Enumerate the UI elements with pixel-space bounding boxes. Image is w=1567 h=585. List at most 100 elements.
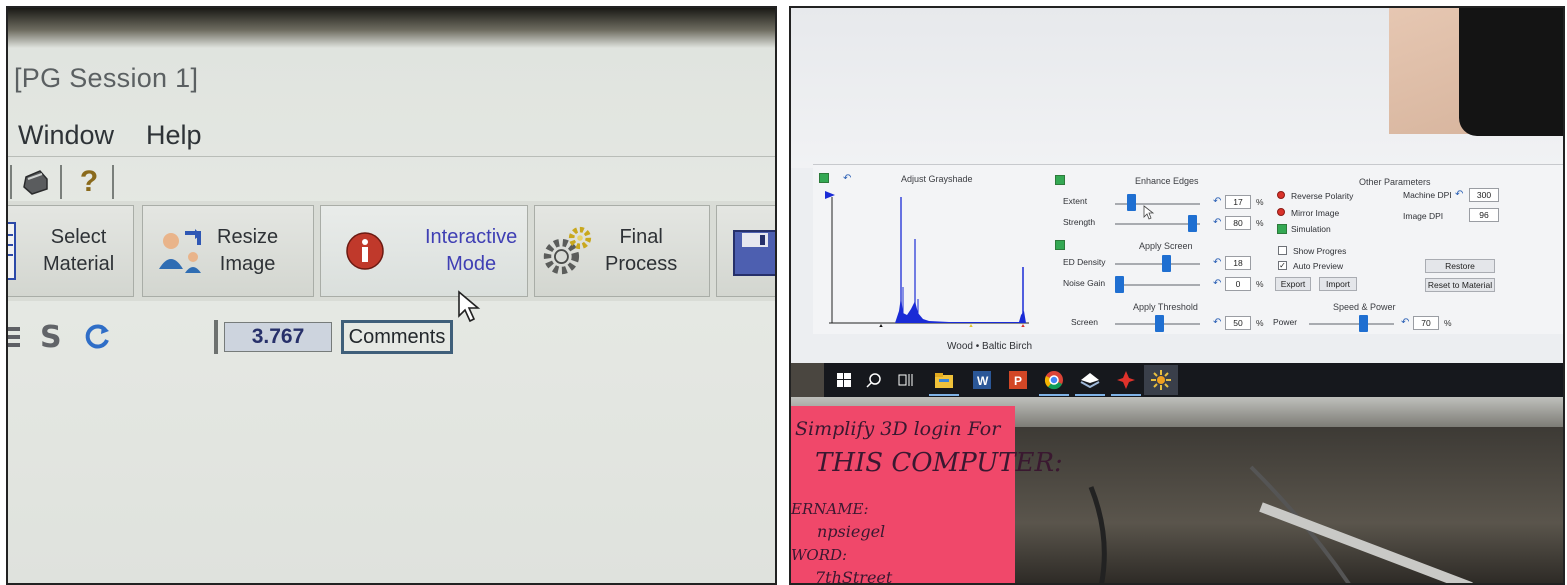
- select-material-label-2: Material: [43, 253, 115, 275]
- strength-value[interactable]: 80: [1225, 216, 1251, 230]
- svg-text:W: W: [977, 374, 989, 388]
- auto-preview-checkbox[interactable]: ✓: [1278, 261, 1287, 270]
- app-icon-2[interactable]: [1116, 370, 1136, 390]
- comments-button[interactable]: Comments: [341, 320, 453, 354]
- floppy-save-icon: [729, 225, 775, 277]
- export-button[interactable]: Export: [1275, 277, 1311, 291]
- pointer-cursor-icon: [1143, 205, 1155, 226]
- note-line-2: THIS COMPUTER:: [815, 448, 1063, 478]
- task-view-icon[interactable]: [896, 370, 916, 390]
- grayshade-control-panel: ↶ Adjust Grayshade Wood • Baltic Birch E…: [813, 164, 1563, 352]
- ed-density-label: ED Density: [1063, 257, 1106, 267]
- windows-start-icon[interactable]: [834, 370, 854, 390]
- ed-density-value[interactable]: 18: [1225, 256, 1251, 270]
- resize-image-button[interactable]: Resize Image: [142, 205, 314, 297]
- noise-gain-value[interactable]: 0: [1225, 277, 1251, 291]
- simulation-checkbox[interactable]: [1277, 224, 1287, 234]
- powerpoint-icon[interactable]: P: [1008, 370, 1028, 390]
- ed-density-slider-knob[interactable]: [1162, 255, 1171, 272]
- final-process-button[interactable]: Final Process: [534, 205, 710, 297]
- power-value[interactable]: 70: [1413, 316, 1439, 330]
- strip-s-icon[interactable]: S: [40, 320, 62, 355]
- enhance-edges-toggle[interactable]: [1055, 175, 1065, 185]
- simulation-label: Simulation: [1291, 224, 1331, 234]
- windows-taskbar: W P: [824, 363, 1563, 397]
- interactive-mode-label-1: Interactive: [425, 226, 518, 248]
- menu-window[interactable]: Window: [18, 120, 114, 151]
- power-undo-icon[interactable]: ↶: [1401, 318, 1411, 328]
- speed-power-title: Speed & Power: [1333, 302, 1396, 312]
- ed-density-undo-icon[interactable]: ↶: [1213, 258, 1223, 268]
- status-value: 3.767: [224, 322, 332, 352]
- extent-value[interactable]: 17: [1225, 195, 1251, 209]
- noise-gain-slider-knob[interactable]: [1115, 276, 1124, 293]
- material-separator: •: [975, 341, 980, 352]
- apply-screen-title: Apply Screen: [1139, 241, 1193, 251]
- noise-gain-slider-track[interactable]: [1115, 284, 1200, 286]
- material-type: Baltic Birch: [982, 341, 1033, 352]
- printer-icon[interactable]: [18, 165, 52, 199]
- interactive-mode-button[interactable]: Interactive Mode: [320, 205, 528, 297]
- image-dpi-value[interactable]: 96: [1469, 208, 1499, 222]
- machine-dpi-label: Machine DPI: [1403, 190, 1452, 200]
- help-question-icon[interactable]: ?: [72, 165, 106, 199]
- enhance-edges-title: Enhance Edges: [1135, 176, 1199, 186]
- grayshade-enable-toggle[interactable]: [819, 173, 829, 183]
- final-process-label-1: Final: [619, 226, 663, 248]
- menu-help[interactable]: Help: [146, 120, 202, 151]
- ed-density-slider-track[interactable]: [1115, 263, 1200, 265]
- resize-image-label-2: Image: [219, 253, 276, 275]
- machine-dpi-undo-icon[interactable]: ↶: [1455, 190, 1465, 200]
- word-icon[interactable]: W: [972, 370, 992, 390]
- grayshade-undo-icon[interactable]: ↶: [843, 174, 853, 184]
- strength-slider-knob[interactable]: [1188, 215, 1197, 232]
- other-parameters-title: Other Parameters: [1359, 177, 1431, 187]
- final-process-label-2: Process: [605, 253, 678, 275]
- noise-gain-undo-icon[interactable]: ↶: [1213, 279, 1223, 289]
- monitor-screen: ↶ Adjust Grayshade Wood • Baltic Birch E…: [791, 8, 1563, 363]
- apply-screen-toggle[interactable]: [1055, 240, 1065, 250]
- note-line-5: WORD:: [791, 546, 848, 564]
- strip-lines-icon[interactable]: [8, 326, 22, 348]
- reset-to-material-button[interactable]: Reset to Material: [1425, 278, 1495, 292]
- power-unit: %: [1444, 318, 1452, 328]
- reverse-polarity-label: Reverse Polarity: [1291, 191, 1354, 201]
- import-button[interactable]: Import: [1319, 277, 1357, 291]
- apply-threshold-title: Apply Threshold: [1133, 302, 1198, 312]
- app-icon-3[interactable]: [1151, 370, 1171, 390]
- select-material-button[interactable]: Select Material: [8, 205, 134, 297]
- material-list-icon: [8, 222, 17, 280]
- save-button[interactable]: [716, 205, 775, 297]
- show-progress-checkbox[interactable]: [1278, 246, 1287, 255]
- reverse-polarity-radio[interactable]: [1277, 191, 1285, 199]
- chrome-active-indicator: [1039, 394, 1069, 396]
- mirror-image-radio[interactable]: [1277, 208, 1285, 216]
- auto-preview-label: Auto Preview: [1293, 261, 1344, 271]
- monitor-bezel-corner: [1459, 8, 1563, 136]
- strength-undo-icon[interactable]: ↶: [1213, 218, 1223, 228]
- interactive-mode-label-2: Mode: [446, 253, 497, 275]
- file-explorer-icon[interactable]: [934, 370, 954, 390]
- image-dpi-label: Image DPI: [1403, 211, 1444, 221]
- chrome-icon[interactable]: [1044, 370, 1064, 390]
- process-button-row: Select Material Resize Image Interactive Mo…: [8, 201, 775, 301]
- screen-slider-knob[interactable]: [1155, 315, 1164, 332]
- strength-unit: %: [1256, 218, 1264, 228]
- extent-undo-icon[interactable]: ↶: [1213, 197, 1223, 207]
- search-icon[interactable]: [864, 370, 884, 390]
- machine-dpi-value[interactable]: 300: [1469, 188, 1499, 202]
- noise-gain-unit: %: [1256, 279, 1264, 289]
- mirror-image-label: Mirror Image: [1291, 208, 1340, 218]
- app-1-active-indicator: [1075, 394, 1105, 396]
- app-icon-1[interactable]: [1080, 370, 1100, 390]
- resize-image-label-1: Resize: [217, 226, 279, 248]
- mouse-cursor-icon: [457, 290, 483, 329]
- screen-value[interactable]: 50: [1225, 316, 1251, 330]
- restore-button[interactable]: Restore: [1425, 259, 1495, 273]
- screen-undo-icon[interactable]: ↶: [1213, 318, 1223, 328]
- refresh-icon[interactable]: [84, 322, 112, 350]
- power-slider-knob[interactable]: [1359, 315, 1368, 332]
- extent-slider-knob[interactable]: [1127, 194, 1136, 211]
- power-slider-track[interactable]: [1309, 323, 1394, 325]
- note-line-6: 7thStreet: [815, 568, 893, 585]
